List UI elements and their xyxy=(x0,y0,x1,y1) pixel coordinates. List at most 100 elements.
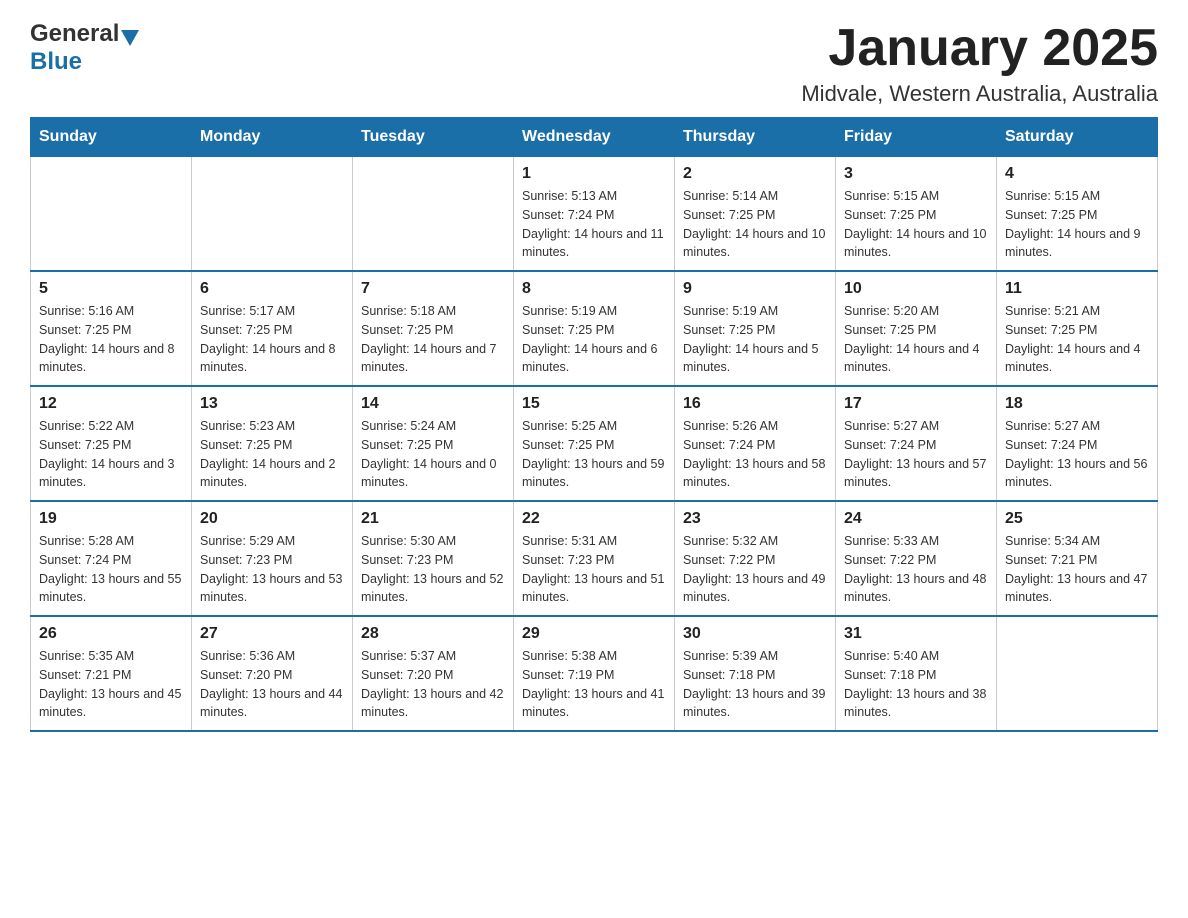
calendar-cell-week2-day4: 8 Sunrise: 5:19 AMSunset: 7:25 PMDaylight… xyxy=(514,271,675,386)
day-number: 16 xyxy=(683,395,827,413)
day-number: 2 xyxy=(683,165,827,183)
header-day-monday: Monday xyxy=(192,118,353,157)
calendar-cell-week5-day7 xyxy=(997,616,1158,731)
calendar-cell-week2-day7: 11 Sunrise: 5:21 AMSunset: 7:25 PMDayligh… xyxy=(997,271,1158,386)
header-day-tuesday: Tuesday xyxy=(353,118,514,157)
day-info: Sunrise: 5:27 AMSunset: 7:24 PMDaylight:… xyxy=(844,417,988,492)
calendar-cell-week1-day6: 3Sunrise: 5:15 AMSunset: 7:25 PMDaylight… xyxy=(836,157,997,272)
day-info: Sunrise: 5:28 AMSunset: 7:24 PMDaylight:… xyxy=(39,532,183,607)
day-number: 10 xyxy=(844,280,988,298)
calendar-cell-week2-day2: 6 Sunrise: 5:17 AMSunset: 7:25 PMDaylight… xyxy=(192,271,353,386)
day-info: Sunrise: 5:23 AMSunset: 7:25 PMDaylight:… xyxy=(200,417,344,492)
header-day-thursday: Thursday xyxy=(675,118,836,157)
calendar-week-5: 26 Sunrise: 5:35 AMSunset: 7:21 PMDayligh… xyxy=(31,616,1158,731)
day-number: 5 xyxy=(39,280,183,298)
calendar-cell-week1-day7: 4 Sunrise: 5:15 AMSunset: 7:25 PMDaylight… xyxy=(997,157,1158,272)
day-number: 13 xyxy=(200,395,344,413)
day-info: Sunrise: 5:31 AMSunset: 7:23 PMDaylight:… xyxy=(522,532,666,607)
day-number: 22 xyxy=(522,510,666,528)
calendar-cell-week5-day1: 26 Sunrise: 5:35 AMSunset: 7:21 PMDayligh… xyxy=(31,616,192,731)
day-number: 3 xyxy=(844,165,988,183)
calendar-body: 1Sunrise: 5:13 AMSunset: 7:24 PMDaylight… xyxy=(31,157,1158,732)
day-number: 4 xyxy=(1005,165,1149,183)
calendar-cell-week4-day7: 25Sunrise: 5:34 AMSunset: 7:21 PMDayligh… xyxy=(997,501,1158,616)
day-number: 9 xyxy=(683,280,827,298)
day-number: 7 xyxy=(361,280,505,298)
day-number: 6 xyxy=(200,280,344,298)
day-info: Sunrise: 5:15 AMSunset: 7:25 PMDaylight:… xyxy=(1005,187,1149,262)
calendar-week-3: 12Sunrise: 5:22 AMSunset: 7:25 PMDayligh… xyxy=(31,386,1158,501)
day-number: 25 xyxy=(1005,510,1149,528)
day-number: 26 xyxy=(39,625,183,643)
day-number: 24 xyxy=(844,510,988,528)
calendar-cell-week1-day3 xyxy=(353,157,514,272)
day-number: 28 xyxy=(361,625,505,643)
day-info: Sunrise: 5:40 AMSunset: 7:18 PMDaylight:… xyxy=(844,647,988,722)
calendar-cell-week5-day5: 30Sunrise: 5:39 AMSunset: 7:18 PMDayligh… xyxy=(675,616,836,731)
day-info: Sunrise: 5:19 AMSunset: 7:25 PMDaylight:… xyxy=(522,302,666,377)
title-section: January 2025 Midvale, Western Australia,… xyxy=(801,20,1158,107)
day-number: 20 xyxy=(200,510,344,528)
day-number: 23 xyxy=(683,510,827,528)
calendar-cell-week1-day4: 1Sunrise: 5:13 AMSunset: 7:24 PMDaylight… xyxy=(514,157,675,272)
calendar-week-4: 19 Sunrise: 5:28 AMSunset: 7:24 PMDayligh… xyxy=(31,501,1158,616)
day-info: Sunrise: 5:38 AMSunset: 7:19 PMDaylight:… xyxy=(522,647,666,722)
day-number: 29 xyxy=(522,625,666,643)
calendar-cell-week1-day1 xyxy=(31,157,192,272)
calendar-week-1: 1Sunrise: 5:13 AMSunset: 7:24 PMDaylight… xyxy=(31,157,1158,272)
calendar-cell-week3-day4: 15Sunrise: 5:25 AMSunset: 7:25 PMDayligh… xyxy=(514,386,675,501)
header-row: SundayMondayTuesdayWednesdayThursdayFrid… xyxy=(31,118,1158,157)
calendar-cell-week4-day3: 21 Sunrise: 5:30 AMSunset: 7:23 PMDayligh… xyxy=(353,501,514,616)
calendar-cell-week5-day2: 27 Sunrise: 5:36 AMSunset: 7:20 PMDayligh… xyxy=(192,616,353,731)
day-info: Sunrise: 5:14 AMSunset: 7:25 PMDaylight:… xyxy=(683,187,827,262)
day-number: 21 xyxy=(361,510,505,528)
day-number: 17 xyxy=(844,395,988,413)
day-info: Sunrise: 5:18 AMSunset: 7:25 PMDaylight:… xyxy=(361,302,505,377)
calendar-cell-week1-day5: 2 Sunrise: 5:14 AMSunset: 7:25 PMDaylight… xyxy=(675,157,836,272)
day-number: 27 xyxy=(200,625,344,643)
logo-blue-text: Blue xyxy=(30,48,82,75)
day-info: Sunrise: 5:35 AMSunset: 7:21 PMDaylight:… xyxy=(39,647,183,722)
calendar-cell-week5-day4: 29 Sunrise: 5:38 AMSunset: 7:19 PMDayligh… xyxy=(514,616,675,731)
day-info: Sunrise: 5:39 AMSunset: 7:18 PMDaylight:… xyxy=(683,647,827,722)
day-number: 8 xyxy=(522,280,666,298)
page-header: General Blue January 2025 Midvale, Weste… xyxy=(30,20,1158,107)
calendar-week-2: 5Sunrise: 5:16 AMSunset: 7:25 PMDaylight… xyxy=(31,271,1158,386)
day-number: 31 xyxy=(844,625,988,643)
calendar-cell-week3-day7: 18Sunrise: 5:27 AMSunset: 7:24 PMDayligh… xyxy=(997,386,1158,501)
calendar-cell-week3-day6: 17 Sunrise: 5:27 AMSunset: 7:24 PMDayligh… xyxy=(836,386,997,501)
day-number: 12 xyxy=(39,395,183,413)
day-info: Sunrise: 5:26 AMSunset: 7:24 PMDaylight:… xyxy=(683,417,827,492)
day-info: Sunrise: 5:32 AMSunset: 7:22 PMDaylight:… xyxy=(683,532,827,607)
calendar-subtitle: Midvale, Western Australia, Australia xyxy=(801,81,1158,107)
day-number: 19 xyxy=(39,510,183,528)
day-info: Sunrise: 5:21 AMSunset: 7:25 PMDaylight:… xyxy=(1005,302,1149,377)
day-info: Sunrise: 5:29 AMSunset: 7:23 PMDaylight:… xyxy=(200,532,344,607)
calendar-table: SundayMondayTuesdayWednesdayThursdayFrid… xyxy=(30,117,1158,732)
calendar-cell-week2-day5: 9 Sunrise: 5:19 AMSunset: 7:25 PMDaylight… xyxy=(675,271,836,386)
calendar-cell-week2-day3: 7 Sunrise: 5:18 AMSunset: 7:25 PMDaylight… xyxy=(353,271,514,386)
day-number: 11 xyxy=(1005,280,1149,298)
day-info: Sunrise: 5:20 AMSunset: 7:25 PMDaylight:… xyxy=(844,302,988,377)
calendar-cell-week2-day1: 5Sunrise: 5:16 AMSunset: 7:25 PMDaylight… xyxy=(31,271,192,386)
day-number: 15 xyxy=(522,395,666,413)
calendar-cell-week4-day4: 22 Sunrise: 5:31 AMSunset: 7:23 PMDayligh… xyxy=(514,501,675,616)
day-info: Sunrise: 5:24 AMSunset: 7:25 PMDaylight:… xyxy=(361,417,505,492)
logo-general-text: General xyxy=(30,20,119,48)
calendar-header: SundayMondayTuesdayWednesdayThursdayFrid… xyxy=(31,118,1158,157)
header-day-friday: Friday xyxy=(836,118,997,157)
header-day-saturday: Saturday xyxy=(997,118,1158,157)
day-info: Sunrise: 5:19 AMSunset: 7:25 PMDaylight:… xyxy=(683,302,827,377)
calendar-cell-week4-day2: 20 Sunrise: 5:29 AMSunset: 7:23 PMDayligh… xyxy=(192,501,353,616)
day-info: Sunrise: 5:30 AMSunset: 7:23 PMDaylight:… xyxy=(361,532,505,607)
day-info: Sunrise: 5:13 AMSunset: 7:24 PMDaylight:… xyxy=(522,187,666,262)
day-info: Sunrise: 5:37 AMSunset: 7:20 PMDaylight:… xyxy=(361,647,505,722)
header-day-sunday: Sunday xyxy=(31,118,192,157)
calendar-cell-week3-day2: 13 Sunrise: 5:23 AMSunset: 7:25 PMDayligh… xyxy=(192,386,353,501)
logo: General Blue xyxy=(30,20,139,76)
day-info: Sunrise: 5:17 AMSunset: 7:25 PMDaylight:… xyxy=(200,302,344,377)
calendar-cell-week3-day5: 16 Sunrise: 5:26 AMSunset: 7:24 PMDayligh… xyxy=(675,386,836,501)
calendar-cell-week1-day2 xyxy=(192,157,353,272)
day-number: 14 xyxy=(361,395,505,413)
day-info: Sunrise: 5:36 AMSunset: 7:20 PMDaylight:… xyxy=(200,647,344,722)
